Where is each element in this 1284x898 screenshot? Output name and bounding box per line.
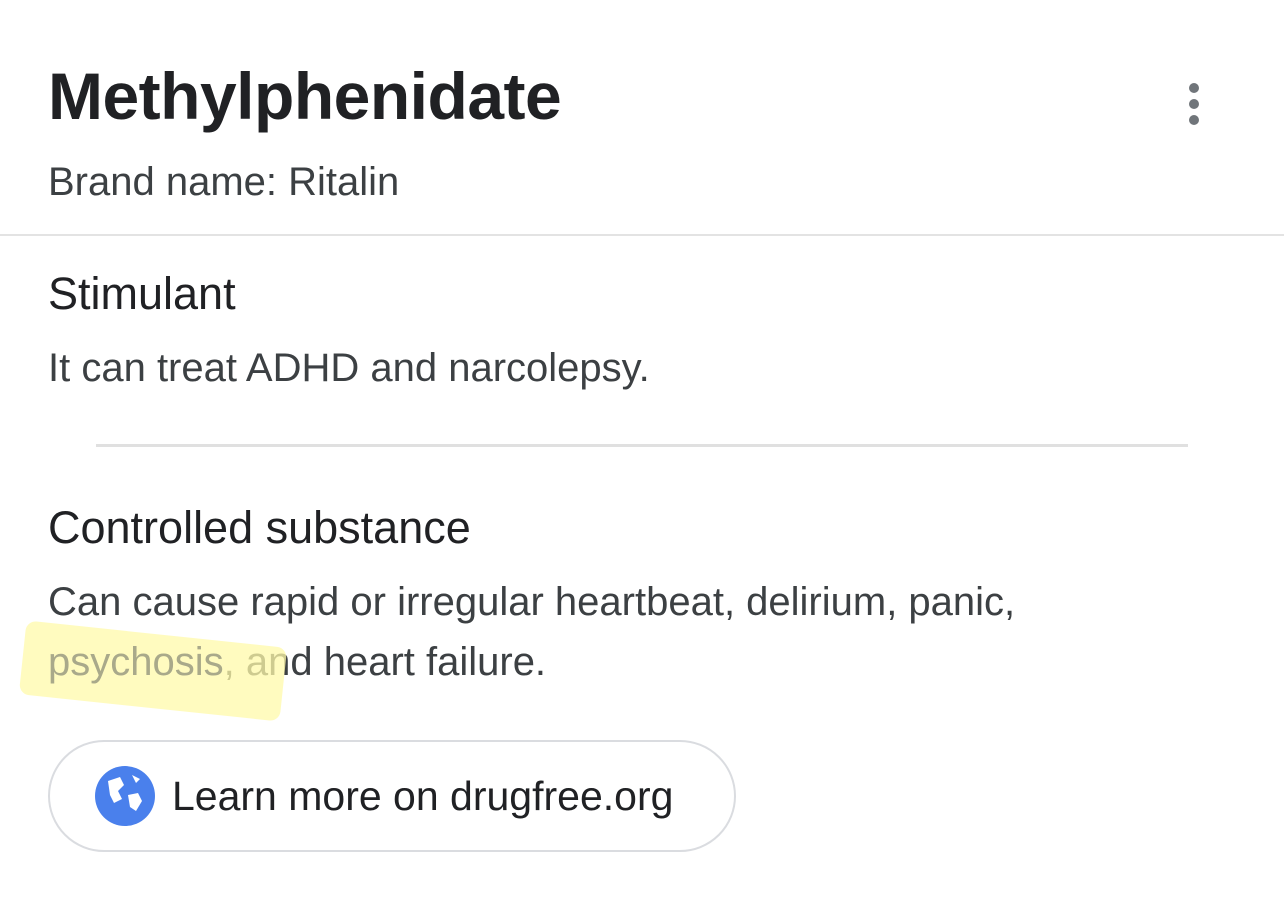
more-options-button[interactable] <box>1168 78 1220 130</box>
section-text-controlled: Can cause rapid or irregular heartbeat, … <box>18 572 1016 722</box>
brand-name: Brand name: Ritalin <box>48 160 400 204</box>
highlighted-word: psychosis <box>48 640 224 684</box>
learn-more-label: Learn more on drugfree.org <box>172 772 674 819</box>
globe-icon <box>94 765 156 827</box>
result-header: Methylphenidate Brand name: Ritalin <box>0 0 1284 236</box>
drug-title: Methylphenidate <box>48 59 562 133</box>
section-title-controlled: Controlled substance <box>48 502 471 553</box>
section-text-stimulant: It can treat ADHD and narcolepsy. <box>48 346 650 390</box>
highlighted-term: psychosis <box>18 620 288 722</box>
learn-more-button[interactable]: Learn more on drugfree.org <box>48 740 736 852</box>
section-title-stimulant: Stimulant <box>48 268 236 319</box>
controlled-text-line1: Can cause rapid or irregular heartbeat, … <box>48 580 1016 624</box>
more-vert-icon <box>1189 83 1199 125</box>
section-divider <box>96 444 1188 447</box>
